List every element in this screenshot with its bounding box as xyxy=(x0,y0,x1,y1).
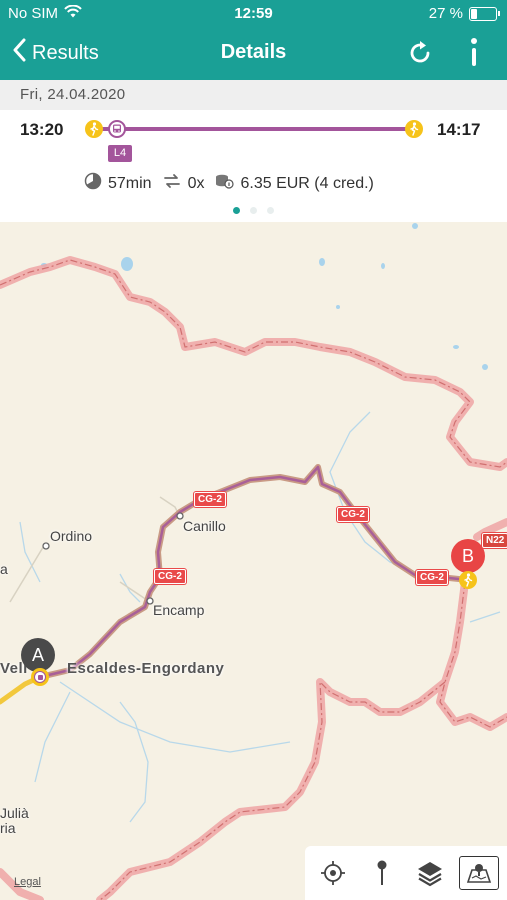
price-value: 6.35 EUR (4 cred.) xyxy=(240,174,374,192)
navigation-bar: Results Details xyxy=(0,28,507,80)
refresh-button[interactable] xyxy=(405,38,435,68)
refresh-icon xyxy=(410,41,430,63)
date-header: Fri, 24.04.2020 xyxy=(0,80,507,110)
layers-button[interactable] xyxy=(410,853,450,893)
place-label-partial: ria xyxy=(0,820,16,836)
road-shield-n22: N22 xyxy=(482,533,507,548)
line-badge: L4 xyxy=(108,145,132,162)
walk-icon[interactable] xyxy=(459,571,477,589)
place-label-julia: Julià xyxy=(0,805,29,821)
road-shield-cg2: CG-2 xyxy=(416,570,448,585)
transfer-icon xyxy=(162,172,182,195)
battery-percent: 27 % xyxy=(428,5,463,22)
bus-icon xyxy=(108,120,126,138)
route-map[interactable]: Ordino Canillo Encamp Escaldes-Engordany… xyxy=(0,222,507,900)
bus-stop-marker[interactable] xyxy=(31,668,49,686)
trip-date: Fri, 24.04.2020 xyxy=(20,86,126,103)
back-label: Results xyxy=(32,41,99,64)
layers-icon xyxy=(418,862,443,887)
place-label-canillo: Canillo xyxy=(183,518,226,534)
road-shield-cg2: CG-2 xyxy=(337,507,369,522)
page-dot[interactable] xyxy=(250,207,257,214)
price-icon xyxy=(214,172,235,195)
back-button[interactable]: Results xyxy=(12,38,99,68)
place-label-ordino: Ordino xyxy=(50,528,93,544)
transfers-value: 0x xyxy=(187,174,205,192)
walk-icon xyxy=(405,120,423,138)
arrival-time: 14:17 xyxy=(437,120,481,139)
more-options-button[interactable] xyxy=(462,36,486,70)
departure-time: 13:20 xyxy=(20,120,64,139)
locate-button[interactable] xyxy=(313,853,353,893)
place-label-partial: a xyxy=(0,561,8,577)
more-vertical-icon xyxy=(471,38,477,66)
pin-button[interactable] xyxy=(362,853,402,893)
map-toolbar xyxy=(305,846,507,900)
map-canvas xyxy=(0,223,507,900)
duration-value: 57min xyxy=(108,174,152,192)
bus-icon xyxy=(34,671,46,683)
end-pin[interactable]: B xyxy=(451,539,485,573)
road-shield-cg2: CG-2 xyxy=(154,569,186,584)
page-dot[interactable] xyxy=(267,207,274,214)
start-pin[interactable]: A xyxy=(21,638,55,672)
chevron-left-icon xyxy=(12,38,26,68)
page-indicator[interactable] xyxy=(0,207,507,214)
battery-icon xyxy=(469,6,500,21)
route-timeline-bar xyxy=(94,127,414,131)
route-map-icon xyxy=(466,864,491,883)
page-dot-active[interactable] xyxy=(233,207,240,214)
status-bar: No SIM 12:59 27 % xyxy=(0,0,507,28)
trip-summary-panel[interactable]: 13:20 L4 14:17 57min 0x 6.35 EUR (4 cred… xyxy=(0,110,507,222)
map-pin-icon xyxy=(377,860,387,885)
legal-link[interactable]: Legal xyxy=(14,876,41,888)
trip-stats: 57min 0x 6.35 EUR (4 cred.) xyxy=(84,172,384,195)
walk-icon xyxy=(85,120,103,138)
place-label-encamp: Encamp xyxy=(153,602,205,618)
place-label-escaldes: Escaldes-Engordany xyxy=(67,660,225,677)
duration-icon xyxy=(84,172,102,195)
crosshair-icon xyxy=(321,861,346,885)
road-shield-cg2: CG-2 xyxy=(194,492,226,507)
route-overview-button[interactable] xyxy=(458,856,499,890)
